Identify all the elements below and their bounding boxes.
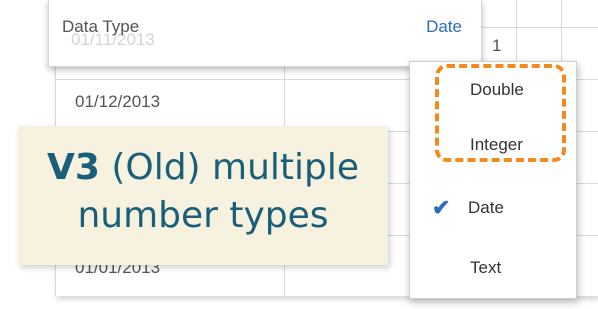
caption-text: (Old) multiple — [99, 147, 360, 188]
checkmark-icon: ✔ — [432, 195, 451, 220]
menu-item-text[interactable]: Text — [410, 249, 576, 289]
menu-item-date[interactable]: ✔ Date — [410, 189, 576, 229]
menu-item-label: Text — [470, 258, 502, 277]
table-cell[interactable]: 1 — [492, 36, 501, 56]
caption-version: V3 — [46, 147, 100, 188]
caption-line-2: number types — [77, 195, 329, 236]
caption-line-1: V3 (Old) multiple — [18, 144, 388, 192]
menu-item-label: Date — [468, 198, 504, 217]
data-type-dropdown-trigger[interactable]: Date — [426, 17, 462, 37]
number-types-highlight — [435, 64, 566, 162]
data-type-label: Data Type — [62, 17, 140, 36]
caption-box: V3 (Old) multiple number types — [18, 126, 388, 265]
data-type-header: 01/11/2013 Data Type Date — [48, 0, 482, 67]
table-cell[interactable]: 01/12/2013 — [75, 92, 160, 112]
